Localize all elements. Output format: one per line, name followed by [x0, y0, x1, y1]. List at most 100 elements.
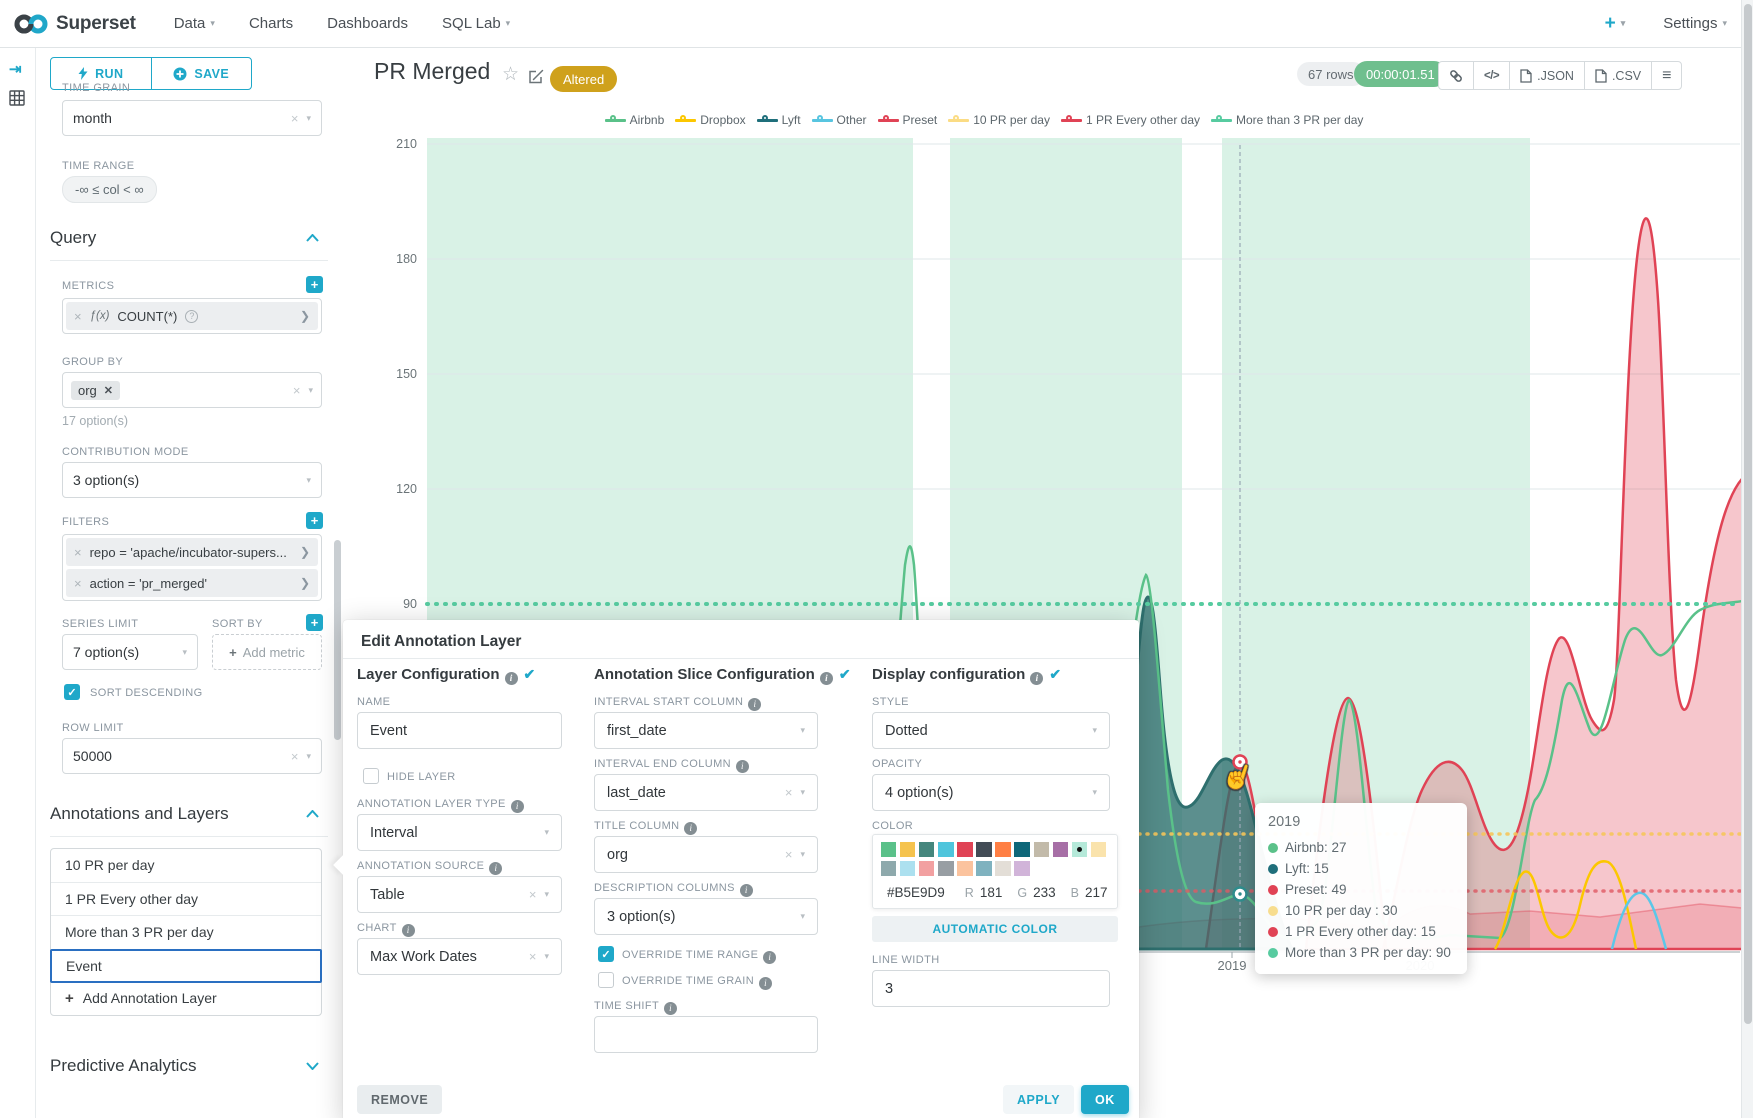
r-value[interactable]: 181	[980, 885, 1003, 900]
clear-icon[interactable]: ×	[529, 887, 537, 902]
color-swatch[interactable]	[957, 842, 973, 858]
chart-select[interactable]: Max Work Dates ×▾	[357, 938, 562, 975]
row-limit-select[interactable]: 50000 ×▾	[62, 738, 322, 774]
info-icon[interactable]: i	[402, 924, 415, 937]
clear-icon[interactable]: ×	[785, 847, 793, 862]
color-swatch[interactable]	[1014, 861, 1030, 877]
time-range-pill[interactable]: -∞ ≤ col < ∞	[62, 176, 157, 203]
new-item-button[interactable]: +▾	[1605, 13, 1626, 35]
add-annotation-layer-button[interactable]: + Add Annotation Layer	[51, 982, 321, 1016]
override-time-grain-checkbox[interactable]	[598, 972, 614, 988]
dataset-grid-icon[interactable]	[9, 90, 25, 106]
sort-descending-checkbox[interactable]: ✓	[64, 684, 80, 700]
interval-end-column-select[interactable]: last_date ×▾	[594, 774, 818, 811]
add-sort-metric-button[interactable]: +	[306, 614, 323, 631]
time-grain-select[interactable]: month ×▾	[62, 100, 322, 136]
series-limit-select[interactable]: 7 option(s) ▾	[62, 634, 198, 670]
filter-chip[interactable]: × repo = 'apache/incubator-supers... ❯	[66, 538, 318, 566]
page-scrollbar[interactable]	[1741, 0, 1753, 1118]
info-icon[interactable]: i	[505, 672, 518, 685]
collapse-panel-icon[interactable]: ⇥	[9, 60, 22, 78]
save-button[interactable]: SAVE	[151, 58, 252, 89]
group-by-chip-org[interactable]: org✕	[71, 381, 120, 400]
chevron-up-icon[interactable]	[306, 810, 319, 818]
nav-item-dashboards[interactable]: Dashboards	[327, 15, 408, 32]
apply-button[interactable]: APPLY	[1003, 1085, 1074, 1114]
superset-logo[interactable]: Superset	[0, 13, 136, 35]
clear-icon[interactable]: ×	[529, 949, 537, 964]
more-options-button[interactable]: ≡	[1651, 62, 1681, 89]
info-icon[interactable]: i	[759, 977, 772, 990]
color-swatch[interactable]	[1091, 842, 1107, 858]
info-icon[interactable]: i	[820, 672, 833, 685]
legend-item[interactable]: 1 PR Every other day	[1061, 113, 1200, 127]
color-swatch[interactable]	[995, 842, 1011, 858]
nav-item-sql-lab[interactable]: SQL Lab▾	[442, 15, 510, 32]
color-swatch[interactable]	[900, 842, 916, 858]
info-icon[interactable]: i	[763, 951, 776, 964]
opacity-select[interactable]: 4 option(s)▾	[872, 774, 1110, 811]
override-time-range-checkbox[interactable]: ✓	[598, 946, 614, 962]
chevron-down-icon[interactable]	[306, 1062, 319, 1070]
legend-item[interactable]: Preset	[878, 113, 938, 127]
legend-item[interactable]: 10 PR per day	[948, 113, 1050, 127]
annotation-layer-type-select[interactable]: Interval▾	[357, 814, 562, 851]
add-filter-button[interactable]: +	[306, 512, 323, 529]
annotation-layer-item[interactable]: 1 PR Every other day	[51, 883, 321, 917]
name-input[interactable]	[357, 712, 562, 749]
legend-item[interactable]: More than 3 PR per day	[1211, 113, 1363, 127]
annotation-layer-item[interactable]: Event	[50, 949, 322, 983]
description-columns-select[interactable]: 3 option(s)▾	[594, 898, 818, 935]
color-swatch[interactable]	[938, 861, 954, 877]
color-swatch[interactable]	[881, 842, 897, 858]
clear-icon[interactable]: ×	[293, 383, 301, 398]
remove-button[interactable]: REMOVE	[357, 1085, 442, 1114]
contribution-mode-select[interactable]: 3 option(s) ▾	[62, 462, 322, 498]
remove-filter-icon[interactable]: ×	[74, 545, 82, 560]
color-swatch[interactable]	[919, 842, 935, 858]
view-query-button[interactable]: </>	[1473, 62, 1509, 89]
nav-item-data[interactable]: Data▾	[174, 15, 215, 32]
color-swatch[interactable]	[938, 842, 954, 858]
remove-chip-icon[interactable]: ✕	[104, 384, 113, 397]
info-icon[interactable]: i	[748, 698, 761, 711]
color-swatch[interactable]	[881, 861, 897, 877]
expand-chip-icon[interactable]: ❯	[300, 576, 310, 590]
info-icon[interactable]: i	[740, 884, 753, 897]
info-icon[interactable]: i	[511, 800, 524, 813]
group-by-select[interactable]: org✕ ×▾	[62, 372, 322, 408]
favorite-star-icon[interactable]: ☆	[502, 63, 519, 86]
export-json-button[interactable]: .JSON	[1509, 62, 1584, 89]
color-swatch[interactable]	[900, 861, 916, 877]
sidebar-scrollbar[interactable]	[333, 48, 342, 1118]
g-value[interactable]: 233	[1033, 885, 1056, 900]
legend-item[interactable]: Other	[812, 113, 867, 127]
color-swatch[interactable]	[976, 861, 992, 877]
edit-icon[interactable]	[528, 68, 545, 85]
help-icon[interactable]: ?	[185, 310, 198, 323]
info-icon[interactable]: i	[664, 1002, 677, 1015]
interval-start-column-select[interactable]: first_date▾	[594, 712, 818, 749]
info-icon[interactable]: i	[736, 760, 749, 773]
color-swatch[interactable]	[995, 861, 1011, 877]
remove-metric-icon[interactable]: ×	[74, 309, 82, 324]
color-swatch[interactable]	[1014, 842, 1030, 858]
color-swatch[interactable]	[957, 861, 973, 877]
time-shift-input[interactable]	[594, 1016, 818, 1053]
color-swatch-selected[interactable]	[1072, 842, 1088, 858]
automatic-color-button[interactable]: AUTOMATIC COLOR	[872, 916, 1118, 942]
nav-item-charts[interactable]: Charts	[249, 15, 293, 32]
clear-icon[interactable]: ×	[785, 785, 793, 800]
legend-item[interactable]: Dropbox	[675, 113, 745, 127]
settings-menu[interactable]: Settings▾	[1663, 15, 1727, 32]
add-metric-button[interactable]: +	[306, 276, 323, 293]
clear-icon[interactable]: ×	[291, 111, 299, 126]
annotation-layer-item[interactable]: 10 PR per day	[51, 849, 321, 883]
expand-chip-icon[interactable]: ❯	[300, 545, 310, 559]
expand-chip-icon[interactable]: ❯	[300, 309, 310, 323]
info-icon[interactable]: i	[489, 862, 502, 875]
ok-button[interactable]: OK	[1081, 1085, 1129, 1114]
color-swatch[interactable]	[976, 842, 992, 858]
share-link-button[interactable]	[1439, 62, 1473, 89]
color-swatch[interactable]	[919, 861, 935, 877]
